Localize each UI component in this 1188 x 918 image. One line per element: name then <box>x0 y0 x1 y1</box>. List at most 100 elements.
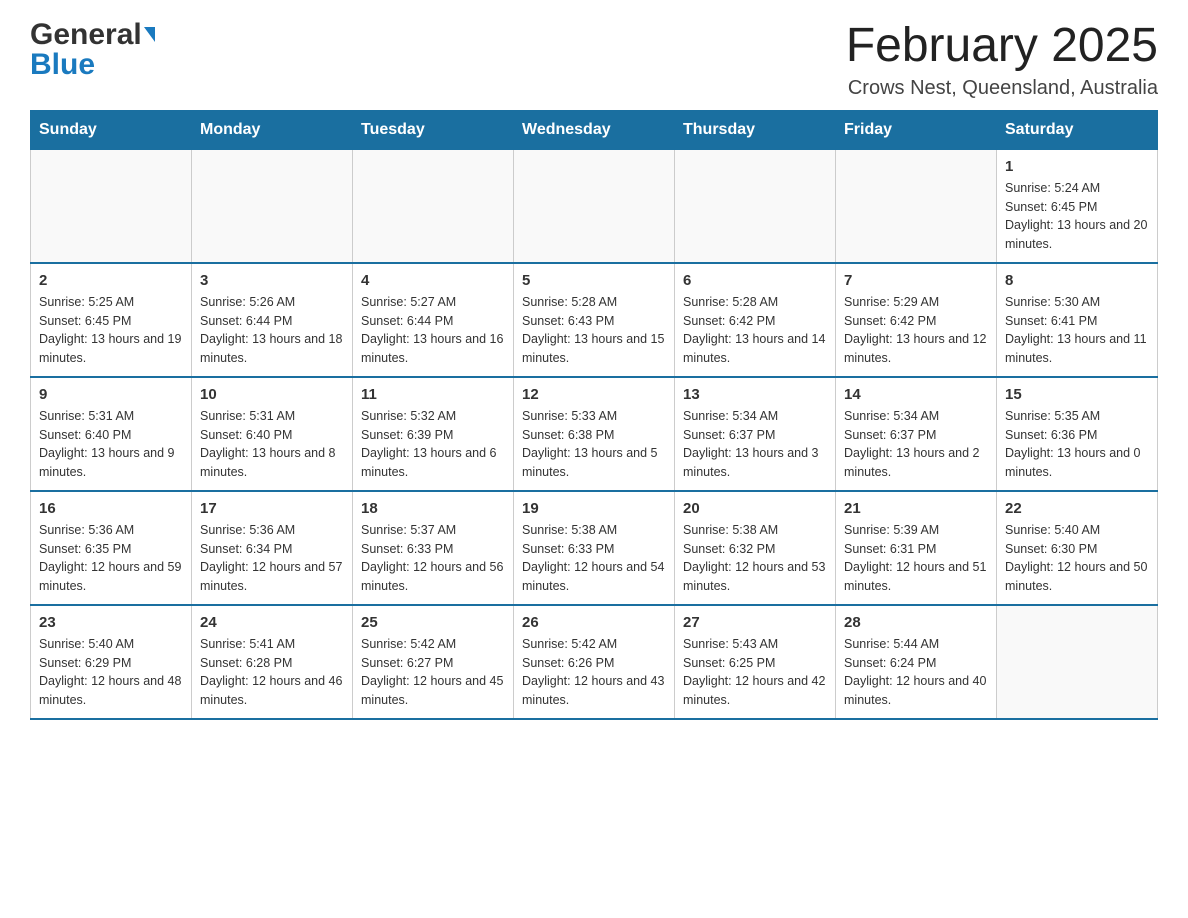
day-number: 5 <box>522 272 666 289</box>
day-info: Sunrise: 5:32 AMSunset: 6:39 PMDaylight:… <box>361 407 505 482</box>
day-number: 10 <box>200 386 344 403</box>
table-row: 13 Sunrise: 5:34 AMSunset: 6:37 PMDayligh… <box>675 377 836 491</box>
day-info: Sunrise: 5:33 AMSunset: 6:38 PMDaylight:… <box>522 407 666 482</box>
day-number: 25 <box>361 614 505 631</box>
table-row: 12 Sunrise: 5:33 AMSunset: 6:38 PMDayligh… <box>514 377 675 491</box>
calendar-week-row: 1 Sunrise: 5:24 AMSunset: 6:45 PMDaylight… <box>31 149 1158 263</box>
day-info: Sunrise: 5:34 AMSunset: 6:37 PMDaylight:… <box>844 407 988 482</box>
table-row <box>31 149 192 263</box>
table-row: 26 Sunrise: 5:42 AMSunset: 6:26 PMDayligh… <box>514 605 675 719</box>
table-row: 8Sunrise: 5:30 AMSunset: 6:41 PMDaylight… <box>997 263 1158 377</box>
day-info: Sunrise: 5:27 AMSunset: 6:44 PMDaylight:… <box>361 293 505 368</box>
day-number: 21 <box>844 500 988 517</box>
day-info: Sunrise: 5:41 AMSunset: 6:28 PMDaylight:… <box>200 635 344 710</box>
day-info: Sunrise: 5:31 AMSunset: 6:40 PMDaylight:… <box>39 407 183 482</box>
table-row: 20Sunrise: 5:38 AMSunset: 6:32 PMDayligh… <box>675 491 836 605</box>
table-row: 5 Sunrise: 5:28 AMSunset: 6:43 PMDaylight… <box>514 263 675 377</box>
day-number: 7 <box>844 272 988 289</box>
day-info: Sunrise: 5:44 AMSunset: 6:24 PMDaylight:… <box>844 635 988 710</box>
calendar-week-row: 9 Sunrise: 5:31 AMSunset: 6:40 PMDaylight… <box>31 377 1158 491</box>
day-info: Sunrise: 5:30 AMSunset: 6:41 PMDaylight:… <box>1005 293 1149 368</box>
table-row: 6 Sunrise: 5:28 AMSunset: 6:42 PMDaylight… <box>675 263 836 377</box>
day-number: 18 <box>361 500 505 517</box>
day-info: Sunrise: 5:40 AMSunset: 6:29 PMDaylight:… <box>39 635 183 710</box>
col-sunday: Sunday <box>31 110 192 149</box>
day-number: 15 <box>1005 386 1149 403</box>
table-row: 2 Sunrise: 5:25 AMSunset: 6:45 PMDaylight… <box>31 263 192 377</box>
day-info: Sunrise: 5:42 AMSunset: 6:26 PMDaylight:… <box>522 635 666 710</box>
day-number: 6 <box>683 272 827 289</box>
col-thursday: Thursday <box>675 110 836 149</box>
day-info: Sunrise: 5:36 AMSunset: 6:34 PMDaylight:… <box>200 521 344 596</box>
table-row: 1 Sunrise: 5:24 AMSunset: 6:45 PMDaylight… <box>997 149 1158 263</box>
table-row: 25Sunrise: 5:42 AMSunset: 6:27 PMDayligh… <box>353 605 514 719</box>
day-number: 1 <box>1005 158 1149 175</box>
day-info: Sunrise: 5:24 AMSunset: 6:45 PMDaylight:… <box>1005 179 1149 254</box>
day-number: 24 <box>200 614 344 631</box>
day-info: Sunrise: 5:29 AMSunset: 6:42 PMDaylight:… <box>844 293 988 368</box>
table-row: 4 Sunrise: 5:27 AMSunset: 6:44 PMDaylight… <box>353 263 514 377</box>
table-row <box>514 149 675 263</box>
day-number: 28 <box>844 614 988 631</box>
table-row: 11 Sunrise: 5:32 AMSunset: 6:39 PMDayligh… <box>353 377 514 491</box>
col-wednesday: Wednesday <box>514 110 675 149</box>
day-info: Sunrise: 5:25 AMSunset: 6:45 PMDaylight:… <box>39 293 183 368</box>
day-number: 27 <box>683 614 827 631</box>
logo: General Blue <box>30 20 155 80</box>
day-number: 23 <box>39 614 183 631</box>
calendar-table: Sunday Monday Tuesday Wednesday Thursday… <box>30 110 1158 720</box>
day-number: 19 <box>522 500 666 517</box>
day-info: Sunrise: 5:34 AMSunset: 6:37 PMDaylight:… <box>683 407 827 482</box>
calendar-header-row: Sunday Monday Tuesday Wednesday Thursday… <box>31 110 1158 149</box>
day-info: Sunrise: 5:28 AMSunset: 6:43 PMDaylight:… <box>522 293 666 368</box>
day-number: 9 <box>39 386 183 403</box>
day-info: Sunrise: 5:26 AMSunset: 6:44 PMDaylight:… <box>200 293 344 368</box>
day-info: Sunrise: 5:37 AMSunset: 6:33 PMDaylight:… <box>361 521 505 596</box>
day-number: 16 <box>39 500 183 517</box>
table-row <box>192 149 353 263</box>
calendar-week-row: 2 Sunrise: 5:25 AMSunset: 6:45 PMDaylight… <box>31 263 1158 377</box>
day-number: 13 <box>683 386 827 403</box>
table-row: 3 Sunrise: 5:26 AMSunset: 6:44 PMDaylight… <box>192 263 353 377</box>
calendar-subtitle: Crows Nest, Queensland, Australia <box>846 77 1158 100</box>
day-info: Sunrise: 5:39 AMSunset: 6:31 PMDaylight:… <box>844 521 988 596</box>
table-row: 22Sunrise: 5:40 AMSunset: 6:30 PMDayligh… <box>997 491 1158 605</box>
table-row <box>836 149 997 263</box>
day-info: Sunrise: 5:31 AMSunset: 6:40 PMDaylight:… <box>200 407 344 482</box>
table-row: 24 Sunrise: 5:41 AMSunset: 6:28 PMDayligh… <box>192 605 353 719</box>
table-row: 17 Sunrise: 5:36 AMSunset: 6:34 PMDayligh… <box>192 491 353 605</box>
col-monday: Monday <box>192 110 353 149</box>
table-row: 7 Sunrise: 5:29 AMSunset: 6:42 PMDaylight… <box>836 263 997 377</box>
day-number: 11 <box>361 386 505 403</box>
table-row: 23 Sunrise: 5:40 AMSunset: 6:29 PMDayligh… <box>31 605 192 719</box>
day-info: Sunrise: 5:40 AMSunset: 6:30 PMDaylight:… <box>1005 521 1149 596</box>
day-number: 2 <box>39 272 183 289</box>
calendar-week-row: 23 Sunrise: 5:40 AMSunset: 6:29 PMDayligh… <box>31 605 1158 719</box>
day-info: Sunrise: 5:43 AMSunset: 6:25 PMDaylight:… <box>683 635 827 710</box>
day-info: Sunrise: 5:28 AMSunset: 6:42 PMDaylight:… <box>683 293 827 368</box>
calendar-week-row: 16 Sunrise: 5:36 AMSunset: 6:35 PMDayligh… <box>31 491 1158 605</box>
calendar-title: February 2025 <box>846 20 1158 73</box>
page-header: General Blue February 2025 Crows Nest, Q… <box>30 20 1158 100</box>
day-info: Sunrise: 5:36 AMSunset: 6:35 PMDaylight:… <box>39 521 183 596</box>
day-number: 26 <box>522 614 666 631</box>
table-row: 28 Sunrise: 5:44 AMSunset: 6:24 PMDayligh… <box>836 605 997 719</box>
table-row: 9 Sunrise: 5:31 AMSunset: 6:40 PMDaylight… <box>31 377 192 491</box>
day-number: 12 <box>522 386 666 403</box>
table-row: 16 Sunrise: 5:36 AMSunset: 6:35 PMDayligh… <box>31 491 192 605</box>
table-row: 10 Sunrise: 5:31 AMSunset: 6:40 PMDayligh… <box>192 377 353 491</box>
day-number: 20 <box>683 500 827 517</box>
table-row: 14Sunrise: 5:34 AMSunset: 6:37 PMDayligh… <box>836 377 997 491</box>
table-row <box>353 149 514 263</box>
day-info: Sunrise: 5:38 AMSunset: 6:33 PMDaylight:… <box>522 521 666 596</box>
day-number: 3 <box>200 272 344 289</box>
table-row: 18 Sunrise: 5:37 AMSunset: 6:33 PMDayligh… <box>353 491 514 605</box>
day-number: 17 <box>200 500 344 517</box>
day-number: 4 <box>361 272 505 289</box>
table-row <box>997 605 1158 719</box>
col-saturday: Saturday <box>997 110 1158 149</box>
table-row <box>675 149 836 263</box>
col-tuesday: Tuesday <box>353 110 514 149</box>
table-row: 19 Sunrise: 5:38 AMSunset: 6:33 PMDayligh… <box>514 491 675 605</box>
table-row: 21 Sunrise: 5:39 AMSunset: 6:31 PMDayligh… <box>836 491 997 605</box>
